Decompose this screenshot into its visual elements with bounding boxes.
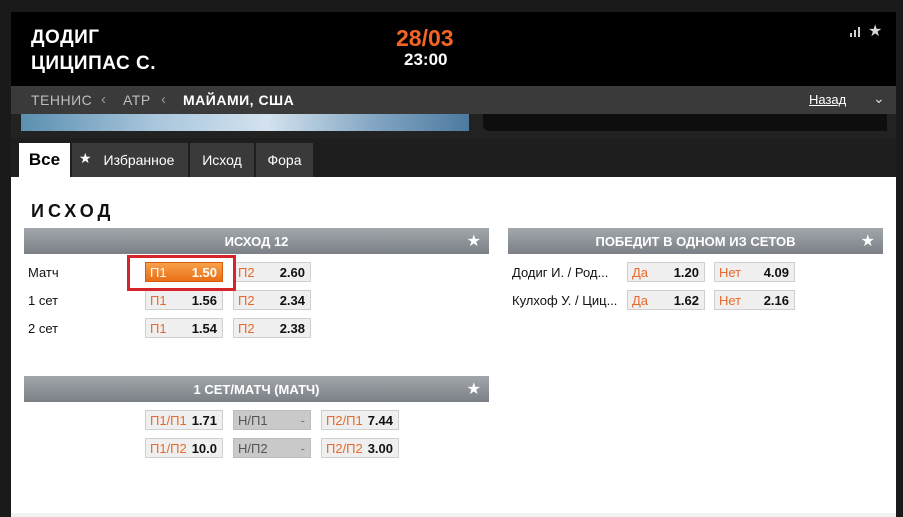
breadcrumb: ТЕННИС ‹ ATP ‹ МАЙАМИ, США Назад ⌄ — [11, 86, 896, 114]
odd-button-p1p1[interactable]: П1/П1 1.71 — [145, 410, 223, 430]
odd-label: П1 — [150, 321, 167, 336]
tab-favorites[interactable]: ★ Избранное — [72, 143, 188, 177]
market-title: 1 СЕТ/МАТЧ (МАТЧ) — [193, 382, 320, 397]
odd-value: 2.38 — [279, 321, 305, 336]
odd-value: 7.44 — [367, 413, 393, 428]
star-icon[interactable]: ★ — [467, 379, 481, 399]
stats-icon[interactable] — [849, 26, 861, 38]
market-title: ИСХОД 12 — [224, 234, 289, 249]
odd-value: 2.34 — [279, 293, 305, 308]
odd-label: П1/П2 — [150, 441, 187, 456]
odd-value: 1.71 — [191, 413, 217, 428]
breadcrumb-sport[interactable]: ТЕННИС — [31, 92, 92, 108]
match-time: 23:00 — [404, 50, 448, 69]
chevron-down-icon[interactable]: ⌄ — [873, 90, 885, 107]
star-icon[interactable]: ★ — [467, 231, 481, 251]
odd-label: Да — [632, 293, 649, 308]
tab-outcome[interactable]: Исход — [190, 143, 254, 177]
section-title: ИСХОД — [31, 201, 115, 221]
market-header-win-one-set: ПОБЕДИТ В ОДНОМ ИЗ СЕТОВ ★ — [508, 228, 883, 254]
odd-label: П1/П1 — [150, 413, 187, 428]
odd-button-set2-p2[interactable]: П2 2.38 — [233, 318, 311, 338]
odd-label: П2 — [238, 293, 255, 308]
odd-button-p2p1[interactable]: П2/П1 7.44 — [321, 410, 399, 430]
row-label-team2-pair: Кулхоф У. / Циц... — [512, 293, 618, 308]
tab-handicap[interactable]: Фора — [256, 143, 313, 177]
row-label-set1: 1 сет — [28, 293, 59, 308]
favorite-star-icon[interactable]: ★ — [868, 21, 882, 41]
market-title: ПОБЕДИТ В ОДНОМ ИЗ СЕТОВ — [595, 234, 796, 249]
odd-value: - — [300, 441, 305, 456]
banner-strip — [11, 114, 896, 138]
odd-button-np1: Н/П1 - — [233, 410, 311, 430]
tab-favorites-label: Избранное — [103, 152, 175, 168]
odd-label: Нет — [719, 265, 742, 280]
odd-label: П1 — [150, 293, 167, 308]
odd-value: 1.56 — [191, 293, 217, 308]
odd-value: 2.60 — [279, 265, 305, 280]
stadium-banner-image — [21, 114, 469, 131]
odd-label: П2 — [238, 265, 255, 280]
odd-label: Н/П2 — [238, 441, 268, 456]
odd-value: 1.20 — [673, 265, 699, 280]
odd-button-p1p2[interactable]: П1/П2 10.0 — [145, 438, 223, 458]
back-link[interactable]: Назад — [809, 92, 846, 107]
odd-button-set2-p1[interactable]: П1 1.54 — [145, 318, 223, 338]
scoreboard-panel — [483, 114, 887, 131]
chevron-left-icon: ‹ — [101, 91, 106, 108]
content-area: ИСХОД ИСХОД 12 ★ Матч П1 1.50 П2 2.60 1 … — [11, 177, 896, 517]
market-header-outcome12: ИСХОД 12 ★ — [24, 228, 489, 254]
odd-button-np2: Н/П2 - — [233, 438, 311, 458]
odd-label: П2/П2 — [326, 441, 363, 456]
odd-label: П2/П1 — [326, 413, 363, 428]
odd-label: П2 — [238, 321, 255, 336]
match-date: 28/03 — [396, 25, 454, 51]
breadcrumb-event: МАЙАМИ, США — [183, 92, 295, 108]
market-panel: ИСХОД ИСХОД 12 ★ Матч П1 1.50 П2 2.60 1 … — [11, 177, 896, 513]
row-label-team1-pair: Додиг И. / Род... — [512, 265, 609, 280]
odd-button-yes-2[interactable]: Да 1.62 — [627, 290, 705, 310]
chevron-left-icon: ‹ — [161, 91, 166, 108]
star-icon[interactable]: ★ — [861, 231, 875, 251]
odd-button-no-1[interactable]: Нет 4.09 — [714, 262, 795, 282]
tab-all[interactable]: Все — [19, 143, 70, 177]
market-header-set1-match: 1 СЕТ/МАТЧ (МАТЧ) ★ — [24, 376, 489, 402]
odd-button-match-p2[interactable]: П2 2.60 — [233, 262, 311, 282]
odd-value: 1.62 — [673, 293, 699, 308]
odd-value: 2.16 — [763, 293, 789, 308]
odd-button-p2p2[interactable]: П2/П2 3.00 — [321, 438, 399, 458]
star-icon: ★ — [79, 150, 92, 166]
odd-value: 10.0 — [191, 441, 217, 456]
odd-value: 4.09 — [763, 265, 789, 280]
team1-name: ДОДИГ — [31, 27, 100, 48]
odd-value: 1.54 — [191, 321, 217, 336]
match-header: ДОДИГ ЦИЦИПАС С. 28/03 23:00 ★ — [11, 12, 896, 86]
odd-label: Да — [632, 265, 649, 280]
team2-name: ЦИЦИПАС С. — [31, 53, 156, 74]
odd-value: - — [300, 413, 305, 428]
row-label-match: Матч — [28, 265, 59, 280]
odd-button-no-2[interactable]: Нет 2.16 — [714, 290, 795, 310]
row-label-set2: 2 сет — [28, 321, 59, 336]
odd-label: Н/П1 — [238, 413, 268, 428]
odd-button-set1-p1[interactable]: П1 1.56 — [145, 290, 223, 310]
odd-button-set1-p2[interactable]: П2 2.34 — [233, 290, 311, 310]
breadcrumb-tour[interactable]: ATP — [123, 92, 151, 108]
odd-button-yes-1[interactable]: Да 1.20 — [627, 262, 705, 282]
odd-label: Нет — [719, 293, 742, 308]
market-tabs: Все ★ Избранное Исход Фора — [11, 138, 896, 177]
app-frame: ДОДИГ ЦИЦИПАС С. 28/03 23:00 ★ ТЕННИС ‹ … — [0, 0, 903, 517]
selection-highlight-box — [127, 255, 236, 291]
odd-value: 3.00 — [367, 441, 393, 456]
